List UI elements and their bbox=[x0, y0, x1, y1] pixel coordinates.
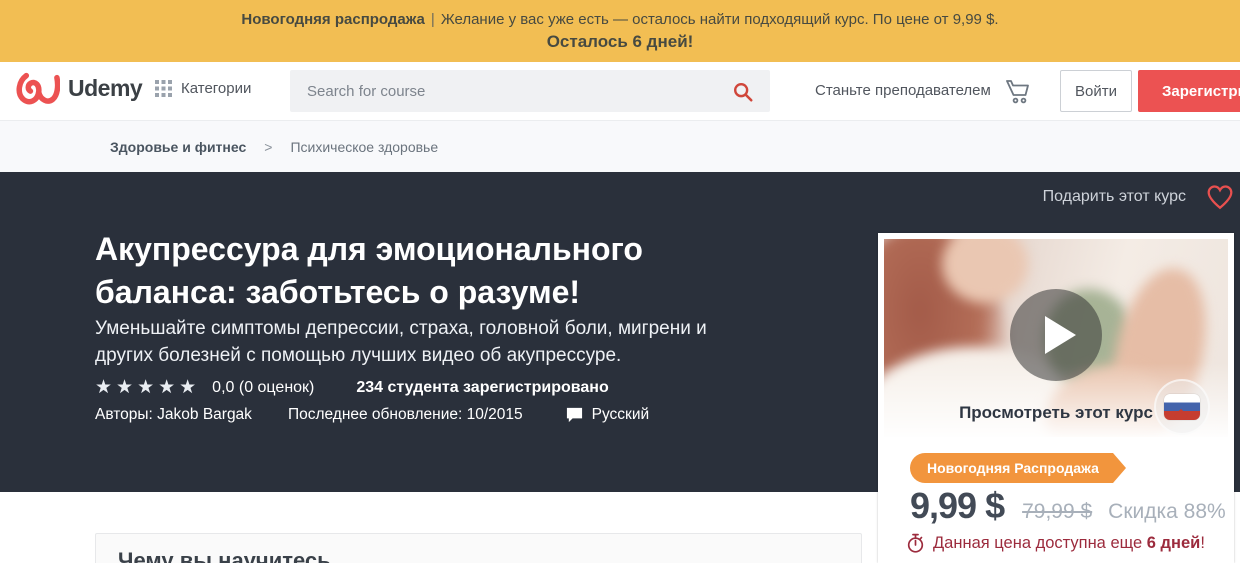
breadcrumb-category[interactable]: Здоровье и фитнес bbox=[110, 139, 246, 155]
udemy-logo-icon bbox=[16, 70, 60, 106]
gift-course-label: Подарить этот курс bbox=[1042, 188, 1186, 205]
banner-separator: | bbox=[430, 10, 435, 28]
course-meta-row: Авторы: Jakob Bargak Последнее обновлени… bbox=[95, 406, 649, 424]
course-authors[interactable]: Авторы: Jakob Bargak bbox=[95, 406, 252, 424]
course-language: Русский bbox=[565, 406, 650, 424]
banner-countdown: Осталось 6 дней! bbox=[546, 31, 694, 51]
course-preview-video[interactable]: Просмотреть этот курс bbox=[884, 239, 1228, 437]
course-title: Акупрессура для эмоционального баланса: … bbox=[95, 231, 643, 311]
breadcrumb-subcategory[interactable]: Психическое здоровье bbox=[290, 139, 438, 155]
play-button[interactable] bbox=[1010, 289, 1102, 381]
search-input[interactable] bbox=[290, 70, 720, 112]
purchase-card: Просмотреть этот курс Новогодняя Распрод… bbox=[878, 233, 1234, 563]
breadcrumb: Здоровье и фитнес > Психическое здоровье bbox=[0, 120, 1240, 172]
sale-banner[interactable]: Новогодняя распродажа | Желание у вас уже … bbox=[0, 0, 1240, 62]
stopwatch-icon bbox=[906, 533, 925, 554]
current-price: 9,99 $ bbox=[910, 485, 1005, 526]
price-expiry-note: Данная цена доступна еще 6 дней! bbox=[906, 533, 1205, 554]
cart-button[interactable] bbox=[1000, 74, 1036, 108]
signup-button[interactable]: Зарегистрироваться bbox=[1138, 70, 1240, 112]
udemy-course-page: Новогодняя распродажа | Желание у вас уже … bbox=[0, 0, 1240, 563]
udemy-logo[interactable]: Udemy bbox=[16, 70, 143, 106]
days-remaining: 6 дней bbox=[1146, 534, 1201, 552]
discount-percent: Скидка 88% bbox=[1108, 500, 1226, 523]
login-button[interactable]: Войти bbox=[1060, 70, 1132, 112]
categories-grid-icon bbox=[155, 80, 172, 97]
rating-value: 0,0 (0 оценок) bbox=[212, 378, 315, 396]
search-button[interactable] bbox=[732, 78, 760, 106]
banner-message-line: Новогодняя распродажа | Желание у вас уже … bbox=[241, 11, 998, 28]
site-header: Udemy Категории Search for course Станьт… bbox=[0, 62, 1240, 120]
language-label: Русский bbox=[591, 406, 650, 423]
udemy-logo-text: Udemy bbox=[68, 74, 143, 101]
banner-sale-label: Новогодняя распродажа bbox=[241, 10, 425, 28]
speech-bubble-icon bbox=[565, 406, 584, 424]
learn-section-heading: Чему вы научитесь bbox=[118, 548, 331, 563]
students-count: 234 студента зарегистрировано bbox=[356, 378, 609, 396]
price-row: 9,99 $ 79,99 $ Скидка 88% bbox=[910, 485, 1226, 527]
course-subtitle: Уменьшайте симптомы депрессии, страха, г… bbox=[95, 318, 707, 366]
rating-stars-icon: ★★★★★ bbox=[95, 377, 201, 398]
last-updated: Последнее обновление: 10/2015 bbox=[287, 406, 523, 423]
search-icon bbox=[732, 81, 760, 103]
rating-row: ★★★★★ 0,0 (0 оценок) 234 студента зареги… bbox=[95, 378, 609, 397]
heart-icon bbox=[1206, 184, 1234, 210]
learn-section-card: Чему вы научитесь bbox=[95, 533, 862, 563]
banner-message: Желание у вас уже есть — осталось найти … bbox=[440, 10, 999, 28]
cart-icon bbox=[1000, 75, 1036, 107]
categories-label: Категории bbox=[181, 80, 252, 97]
play-icon bbox=[1044, 316, 1076, 354]
price-note-text: Данная цена доступна еще 6 дней! bbox=[933, 534, 1205, 552]
become-instructor-link[interactable]: Станьте преподавателем bbox=[815, 82, 991, 99]
categories-menu-button[interactable]: Категории bbox=[155, 80, 251, 97]
sale-badge: Новогодняя Распродажа bbox=[910, 453, 1126, 483]
original-price: 79,99 $ bbox=[1022, 500, 1093, 523]
gift-course-link[interactable]: Подарить этот курс bbox=[1043, 184, 1234, 210]
russian-flag-icon bbox=[1154, 379, 1210, 435]
search-box bbox=[290, 70, 770, 112]
breadcrumb-separator: > bbox=[264, 138, 273, 155]
